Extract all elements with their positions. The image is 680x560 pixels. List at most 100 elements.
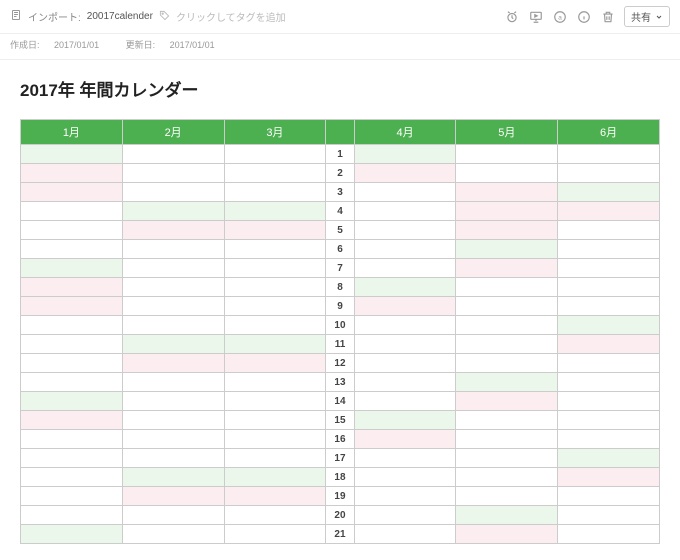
table-row[interactable]: 15 (21, 411, 660, 430)
calendar-cell[interactable] (558, 392, 660, 411)
calendar-cell[interactable] (456, 373, 558, 392)
calendar-cell[interactable] (122, 259, 224, 278)
calendar-cell[interactable] (122, 392, 224, 411)
calendar-cell[interactable] (122, 164, 224, 183)
calendar-cell[interactable] (224, 221, 326, 240)
calendar-cell[interactable] (21, 259, 123, 278)
calendar-cell[interactable] (456, 449, 558, 468)
calendar-cell[interactable] (354, 297, 456, 316)
calendar-cell[interactable] (354, 164, 456, 183)
calendar-cell[interactable] (21, 506, 123, 525)
calendar-cell[interactable] (122, 221, 224, 240)
calendar-cell[interactable] (456, 468, 558, 487)
calendar-cell[interactable] (224, 202, 326, 221)
calendar-cell[interactable] (354, 316, 456, 335)
table-row[interactable]: 16 (21, 430, 660, 449)
content-area[interactable]: 2017年 年間カレンダー 1月 2月 3月 4月 5月 6月 12345678… (0, 60, 680, 560)
calendar-cell[interactable] (456, 525, 558, 544)
calendar-cell[interactable] (456, 392, 558, 411)
calendar-cell[interactable] (456, 202, 558, 221)
table-row[interactable]: 14 (21, 392, 660, 411)
page-title[interactable]: 2017年 年間カレンダー (20, 76, 660, 101)
tag-icon[interactable] (159, 10, 170, 24)
calendar-cell[interactable] (354, 525, 456, 544)
calendar-cell[interactable] (456, 354, 558, 373)
calendar-cell[interactable] (354, 145, 456, 164)
calendar-cell[interactable] (354, 506, 456, 525)
calendar-cell[interactable] (122, 354, 224, 373)
calendar-cell[interactable] (224, 449, 326, 468)
table-row[interactable]: 9 (21, 297, 660, 316)
table-row[interactable]: 19 (21, 487, 660, 506)
present-icon[interactable] (528, 9, 544, 25)
calendar-cell[interactable] (224, 354, 326, 373)
calendar-cell[interactable] (456, 278, 558, 297)
calendar-cell[interactable] (21, 411, 123, 430)
calendar-cell[interactable] (224, 525, 326, 544)
calendar-cell[interactable] (558, 373, 660, 392)
calendar-cell[interactable] (224, 164, 326, 183)
table-row[interactable]: 11 (21, 335, 660, 354)
table-row[interactable]: 20 (21, 506, 660, 525)
table-row[interactable]: 6 (21, 240, 660, 259)
calendar-cell[interactable] (558, 525, 660, 544)
calendar-cell[interactable] (224, 278, 326, 297)
calendar-cell[interactable] (558, 430, 660, 449)
table-row[interactable]: 4 (21, 202, 660, 221)
info-icon[interactable] (576, 9, 592, 25)
calendar-cell[interactable] (224, 468, 326, 487)
calendar-cell[interactable] (122, 487, 224, 506)
calendar-cell[interactable] (122, 183, 224, 202)
calendar-cell[interactable] (354, 354, 456, 373)
calendar-cell[interactable] (21, 221, 123, 240)
calendar-cell[interactable] (456, 297, 558, 316)
calendar-cell[interactable] (354, 411, 456, 430)
calendar-cell[interactable] (21, 335, 123, 354)
calendar-cell[interactable] (21, 183, 123, 202)
calendar-cell[interactable] (558, 468, 660, 487)
calendar-cell[interactable] (354, 183, 456, 202)
calendar-cell[interactable] (224, 183, 326, 202)
calendar-cell[interactable] (224, 506, 326, 525)
table-row[interactable]: 7 (21, 259, 660, 278)
calendar-cell[interactable] (354, 487, 456, 506)
calendar-cell[interactable] (122, 525, 224, 544)
table-row[interactable]: 1 (21, 145, 660, 164)
calendar-cell[interactable] (456, 487, 558, 506)
calendar-cell[interactable] (558, 221, 660, 240)
calendar-cell[interactable] (122, 449, 224, 468)
calendar-cell[interactable] (558, 145, 660, 164)
tag-add-placeholder[interactable]: クリックしてタグを追加 (176, 9, 286, 24)
calendar-cell[interactable] (21, 145, 123, 164)
trash-icon[interactable] (600, 9, 616, 25)
calendar-cell[interactable] (122, 240, 224, 259)
calendar-cell[interactable] (456, 430, 558, 449)
calendar-cell[interactable] (558, 202, 660, 221)
calendar-cell[interactable] (558, 278, 660, 297)
table-row[interactable]: 5 (21, 221, 660, 240)
calendar-cell[interactable] (224, 259, 326, 278)
calendar-cell[interactable] (21, 202, 123, 221)
calendar-cell[interactable] (122, 411, 224, 430)
table-row[interactable]: 2 (21, 164, 660, 183)
calendar-cell[interactable] (456, 316, 558, 335)
calendar-cell[interactable] (224, 316, 326, 335)
calendar-cell[interactable] (21, 316, 123, 335)
calendar-cell[interactable] (456, 221, 558, 240)
calendar-cell[interactable] (558, 354, 660, 373)
calendar-cell[interactable] (558, 164, 660, 183)
calendar-cell[interactable] (354, 335, 456, 354)
calendar-cell[interactable] (224, 297, 326, 316)
table-row[interactable]: 21 (21, 525, 660, 544)
calendar-cell[interactable] (456, 506, 558, 525)
calendar-cell[interactable] (558, 335, 660, 354)
calendar-cell[interactable] (21, 487, 123, 506)
calendar-cell[interactable] (21, 240, 123, 259)
calendar-cell[interactable] (558, 183, 660, 202)
calendar-cell[interactable] (354, 259, 456, 278)
calendar-cell[interactable] (558, 487, 660, 506)
calendar-cell[interactable] (354, 373, 456, 392)
table-row[interactable]: 13 (21, 373, 660, 392)
calendar-cell[interactable] (122, 278, 224, 297)
calendar-cell[interactable] (456, 240, 558, 259)
